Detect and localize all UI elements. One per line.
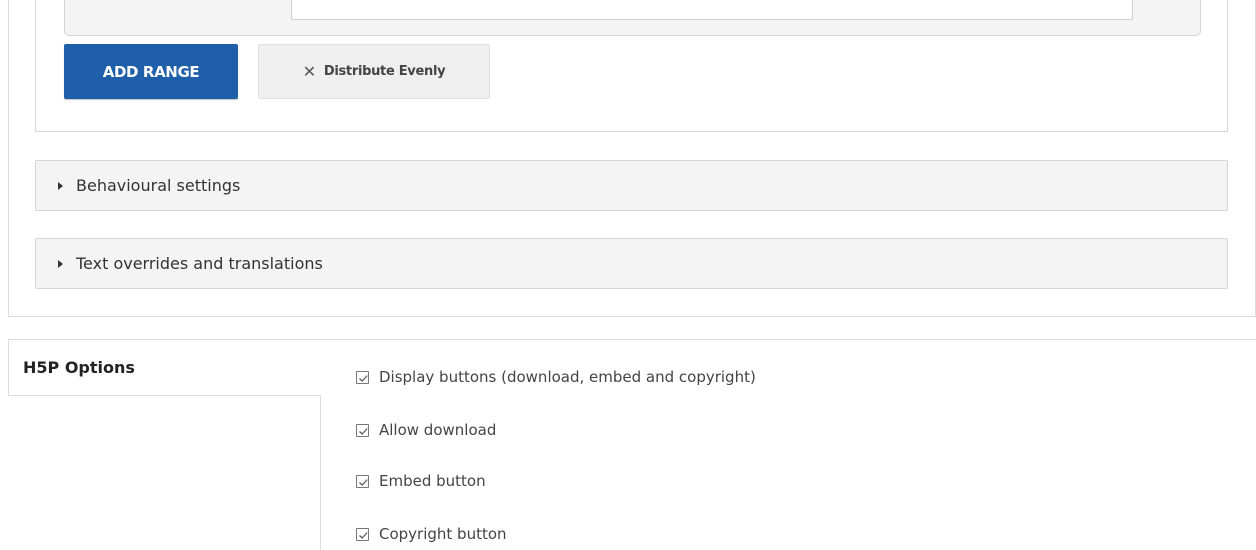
option-copyright-button[interactable]: Copyright button: [356, 523, 507, 545]
tab-label: H5P Options: [23, 358, 135, 377]
tab-divider: [320, 395, 321, 550]
option-allow-download[interactable]: Allow download: [356, 419, 496, 441]
checkbox-icon[interactable]: [356, 423, 369, 437]
option-label: Copyright button: [379, 525, 507, 543]
close-icon: ✕: [302, 62, 316, 81]
option-label: Display buttons (download, embed and cop…: [379, 368, 756, 386]
caret-right-icon: [58, 259, 63, 268]
add-range-button[interactable]: ADD RANGE: [64, 44, 238, 99]
checkbox-icon[interactable]: [356, 370, 369, 384]
option-label: Embed button: [379, 472, 486, 490]
option-label: Allow download: [379, 421, 497, 439]
tab-h5p-options[interactable]: H5P Options: [8, 339, 320, 396]
range-feedback-input[interactable]: [291, 0, 1133, 20]
option-embed-button[interactable]: Embed button: [356, 470, 486, 492]
group-behavioural-settings[interactable]: Behavioural settings: [35, 160, 1228, 211]
distribute-evenly-button[interactable]: ✕ Distribute Evenly: [258, 44, 490, 99]
caret-right-icon: [58, 181, 63, 190]
distribute-evenly-label: Distribute Evenly: [323, 64, 446, 79]
group-label: Behavioural settings: [76, 176, 241, 195]
options-divider: [320, 339, 1256, 340]
checkbox-icon[interactable]: [356, 527, 369, 541]
option-display-buttons[interactable]: Display buttons (download, embed and cop…: [356, 366, 756, 388]
group-text-overrides[interactable]: Text overrides and translations: [35, 238, 1228, 289]
add-range-label: ADD RANGE: [102, 62, 200, 81]
checkbox-icon[interactable]: [356, 474, 369, 488]
group-label: Text overrides and translations: [76, 254, 323, 273]
